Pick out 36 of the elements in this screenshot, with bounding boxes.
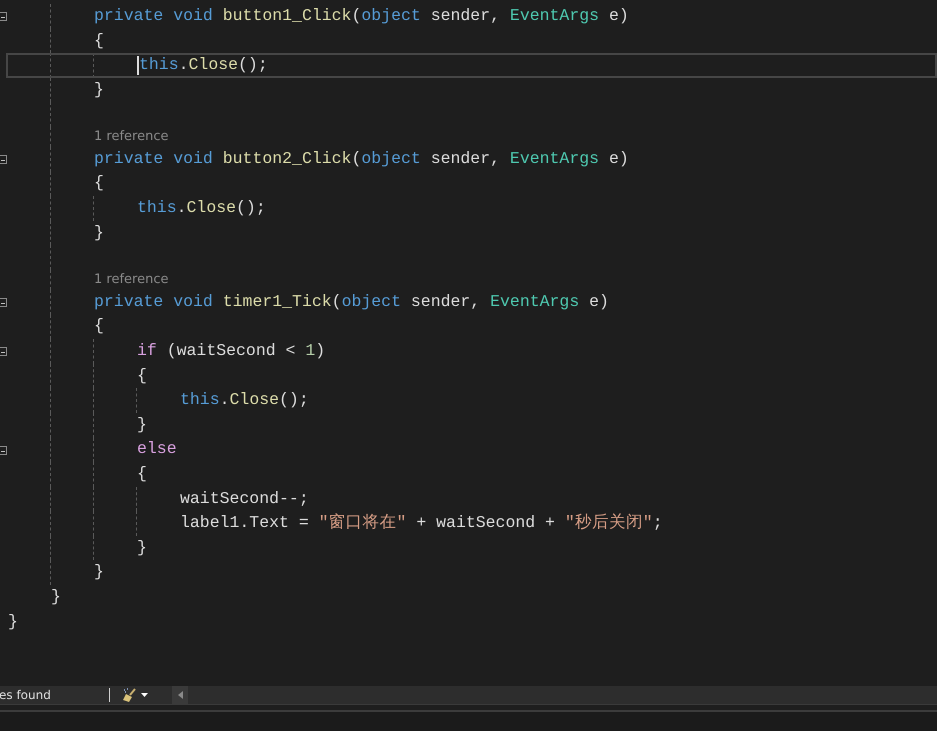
reference-count-link[interactable]: 1 reference <box>94 270 168 290</box>
code-line: { <box>94 30 104 52</box>
collapse-icon[interactable] <box>0 12 7 21</box>
code-line: else <box>137 438 177 460</box>
caret-icon <box>141 693 148 697</box>
collapse-icon[interactable] <box>0 154 7 164</box>
code-line: } <box>94 561 104 584</box>
code-line: private void button1_Click(object sender, EventArgs e) <box>94 4 629 27</box>
code-line: this.Close(); <box>137 197 266 220</box>
code-line: { <box>137 463 147 486</box>
code-line: waitSecond--; <box>180 488 309 510</box>
reference-count-link[interactable]: 1 reference <box>94 127 168 147</box>
code-line: } <box>137 414 147 436</box>
code-line: if (waitSecond < 1) <box>137 340 326 362</box>
code-line: } <box>51 586 61 608</box>
collapse-icon[interactable] <box>0 347 7 356</box>
code-line: } <box>94 78 104 101</box>
code-line: } <box>137 536 147 559</box>
code-cleanup-button[interactable] <box>120 688 150 702</box>
code-line: { <box>137 364 147 387</box>
code-line: } <box>8 610 18 633</box>
code-line: this.Close(); <box>180 389 309 412</box>
text-caret <box>137 56 139 75</box>
collapse-icon[interactable] <box>0 298 7 307</box>
code-line: private void button2_Click(object sender, EventArgs e) <box>94 148 629 170</box>
code-line: this.Close(); <box>139 54 268 76</box>
collapse-icon[interactable] <box>0 446 7 454</box>
code-line: { <box>94 172 104 194</box>
code-line: label1.Text = "窗口将在" + waitSecond + "秒后关闭"; <box>180 512 663 534</box>
code-line: { <box>94 315 104 338</box>
issues-status-text: es found <box>0 687 52 704</box>
left-arrow-icon <box>178 691 182 699</box>
code-line: } <box>94 222 104 244</box>
broom-icon <box>122 688 138 702</box>
scroll-left-button[interactable] <box>172 686 188 704</box>
code-line: private void timer1_Tick(object sender, EventArgs e) <box>94 290 609 313</box>
